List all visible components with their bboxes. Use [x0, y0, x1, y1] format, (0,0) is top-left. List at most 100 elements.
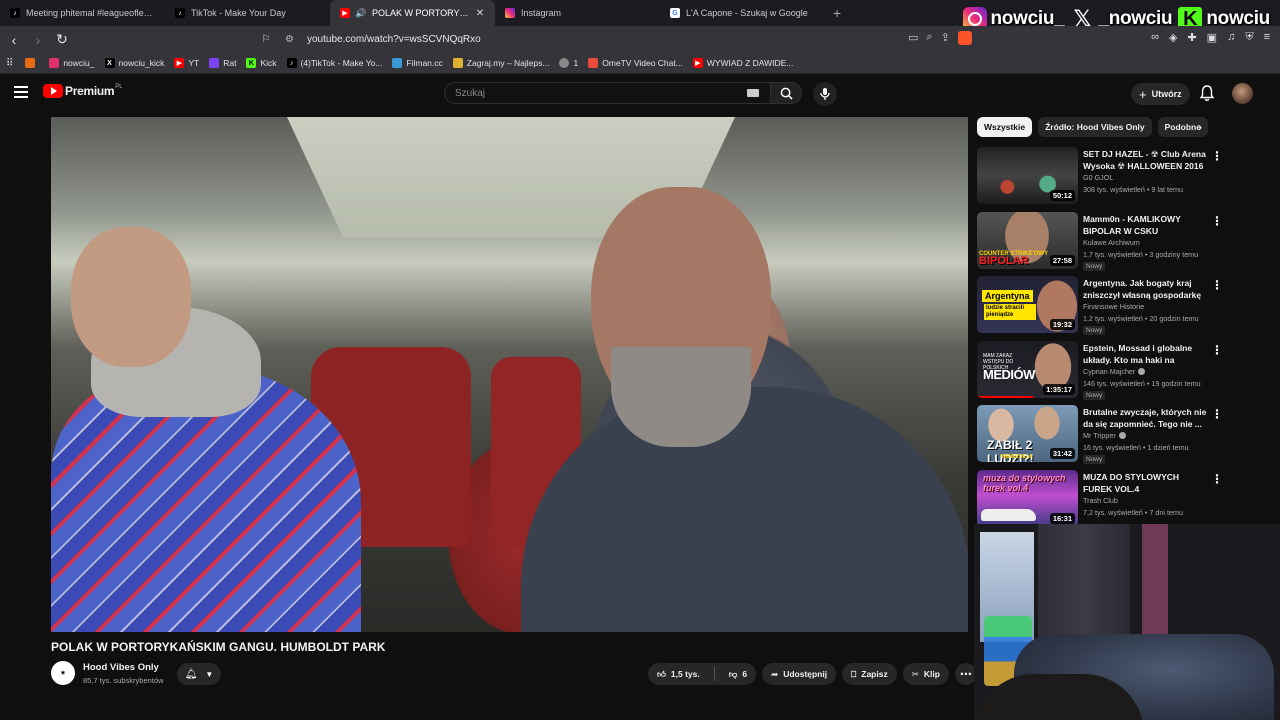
bookmark-item[interactable]: ♪ (4)TikTok - Make Yo... — [286, 58, 382, 68]
youtube-logo[interactable]: Premium PL — [43, 84, 123, 98]
dislike-button[interactable]: 👎︎ 6 — [720, 663, 756, 685]
video-player[interactable] — [51, 117, 968, 632]
video-thumbnail[interactable]: COUNTER STRIKE'OWY BIPOLAR 27:58 — [977, 211, 1078, 269]
bookmark-item[interactable]: 1 — [559, 58, 578, 68]
subscription-bell-button[interactable]: 🔔︎ ▼ — [177, 663, 221, 685]
bookmark-item[interactable]: Filman.cc — [392, 58, 443, 68]
instagram-icon — [505, 8, 515, 18]
speaker-icon[interactable]: 🔊 — [355, 8, 366, 18]
recommendation-item[interactable]: COUNTER STRIKE'OWY BIPOLAR 27:58 Mamm0n … — [977, 211, 1223, 277]
search-button[interactable] — [770, 82, 802, 104]
sidebar-icon[interactable]: ▣ — [1207, 31, 1217, 44]
video-thumbnail[interactable]: Argentyna ludzie stracili pieniądze 19:3… — [977, 276, 1078, 333]
notifications-bell-icon[interactable] — [1198, 84, 1216, 102]
more-options-icon[interactable]: ⋮ — [1211, 343, 1223, 357]
more-options-icon[interactable]: ⋮ — [1211, 278, 1223, 292]
bookmark-outline-icon: ⎕ — [851, 668, 857, 679]
thumbs-up-icon: 👍︎ — [657, 668, 666, 679]
recommendation-title[interactable]: Brutalne zwyczaje, których nie da się za… — [1083, 406, 1207, 430]
extensions-icon[interactable]: ✚ — [1187, 31, 1196, 44]
share-button[interactable]: ➦ Udostępnij — [762, 663, 837, 685]
bookmarks-bar: ⠿ nowciu_ Xnowciu_kick ▶ YT Rat K Kick ♪ (4… — [0, 53, 1280, 74]
recommendation-channel[interactable]: G0 GJOL — [1083, 173, 1113, 182]
shield-icon[interactable]: ⛨ — [1245, 31, 1253, 44]
browser-tab[interactable]: ♪ TikTok - Make Your Day — [165, 0, 330, 26]
bookmark-item[interactable]: ▶ YT — [174, 58, 199, 68]
browser-tab-active[interactable]: ▶ 🔊 POLAK W PORTORYKAŃSKIM ✕ — [330, 0, 495, 26]
chevron-right-icon[interactable]: › — [1198, 120, 1202, 134]
video-thumbnail[interactable]: MAM ZAKAZ WSTĘPU DO POLSKICH MEDIÓW 1:35… — [977, 340, 1078, 398]
bookmark-favicon — [25, 58, 36, 68]
recommendation-channel[interactable]: Kulawe Archiwum — [1083, 238, 1140, 247]
thumbnail-car — [981, 508, 1036, 521]
reload-icon[interactable]: ↻ — [52, 30, 72, 50]
recommendation-title[interactable]: SET DJ HAZEL - ☢ Club Arena Wysoka ☢ HAL… — [1083, 148, 1207, 172]
back-arrow-icon[interactable]: ‹ — [4, 30, 24, 50]
bookmark-item[interactable]: Rat — [209, 58, 236, 68]
recommendation-channel[interactable]: Mr Tripper — [1083, 431, 1126, 440]
keyboard-icon[interactable] — [747, 89, 759, 97]
new-tab-button[interactable]: + — [833, 5, 841, 21]
clip-button[interactable]: ✂ Klip — [902, 663, 949, 685]
create-button[interactable]: + Utwórz — [1131, 83, 1190, 105]
bookmark-item[interactable] — [25, 58, 39, 68]
bookmark-item[interactable]: OmeTV Video Chat... — [588, 58, 683, 68]
recommendation-channel[interactable]: Cyprian Majcher — [1083, 367, 1146, 376]
chip-all[interactable]: Wszystkie — [977, 117, 1033, 137]
recommendation-title[interactable]: MUZA DO STYLOWYCH FUREK VOL.4 — [1083, 471, 1207, 495]
wallet-icon[interactable]: ◈ — [1169, 31, 1177, 44]
channel-name[interactable]: Hood Vibes Only — [83, 662, 159, 673]
like-button[interactable]: 👍︎ 1,5 tys. — [648, 663, 709, 685]
bookmark-item[interactable]: Zagraj.my – Najleps... — [452, 58, 549, 68]
browser-tab[interactable]: ♪ Meeting phitemal #leagueoflegends — [0, 0, 165, 26]
recommendation-channel[interactable]: Finansowe Historie — [1083, 302, 1144, 311]
video-thumbnail[interactable]: ZABIŁ 2 LUDZI?! WENEZUELA 31:42 — [977, 405, 1078, 462]
recommendation-item[interactable]: Argentyna ludzie stracili pieniądze 19:3… — [977, 276, 1223, 341]
browser-tab[interactable]: G L'A Capone - Szukaj w Google — [660, 0, 825, 26]
bookmark-item[interactable]: Xnowciu_kick — [104, 58, 164, 68]
bookmark-icon[interactable]: ⚐ — [255, 34, 277, 45]
forward-arrow-icon[interactable]: › — [28, 30, 48, 50]
cast-icon[interactable]: ▭ — [908, 31, 918, 45]
share-arrow-icon: ➦ — [771, 668, 779, 679]
recommendation-item[interactable]: MAM ZAKAZ WSTĘPU DO POLSKICH MEDIÓW 1:35… — [977, 340, 1223, 406]
menu-icon[interactable]: ≡ — [1264, 31, 1270, 44]
music-icon[interactable]: ♫ — [1227, 31, 1235, 44]
hamburger-menu-icon[interactable] — [14, 86, 28, 98]
bookmark-item[interactable]: nowciu_ — [49, 58, 95, 68]
bookmark-item[interactable]: K Kick — [246, 58, 277, 68]
recommendation-item[interactable]: 50:12 SET DJ HAZEL - ☢ Club Arena Wysoka… — [977, 147, 1223, 212]
more-options-icon[interactable]: ⋮ — [1211, 214, 1223, 228]
bell-icon: 🔔︎ — [184, 668, 198, 680]
channel-avatar[interactable]: ◉ — [51, 661, 75, 685]
site-settings-icon[interactable]: ⚙ — [285, 34, 303, 45]
verified-check-icon — [1118, 432, 1126, 439]
bookmark-label: Kick — [260, 58, 277, 68]
recommendation-channel[interactable]: Trash Club — [1083, 496, 1118, 505]
recommendation-meta: 1,2 tys. wyświetleń • 20 godzin temu — [1083, 314, 1199, 323]
account-avatar[interactable] — [1232, 83, 1253, 104]
address-bar[interactable]: ⚐ ⚙ youtube.com/watch?v=wsSCVNQqRxo — [255, 29, 1000, 50]
vpn-icon[interactable]: ∞ — [1151, 31, 1159, 44]
recommendation-title[interactable]: Mamm0n - KAMLIKOWY BIPOLAR W CSKU — [1083, 213, 1207, 237]
more-options-icon[interactable]: ⋮ — [1211, 472, 1223, 486]
save-button[interactable]: ⎕ Zapisz — [842, 663, 897, 685]
close-tab-icon[interactable]: ✕ — [473, 8, 487, 19]
recommendation-item[interactable]: ZABIŁ 2 LUDZI?! WENEZUELA 31:42 Brutalne… — [977, 405, 1223, 470]
more-options-icon[interactable]: ⋮ — [1211, 407, 1223, 421]
browser-tab[interactable]: Instagram — [495, 0, 660, 26]
recommendation-title[interactable]: Argentyna. Jak bogaty kraj zniszczył wła… — [1083, 277, 1207, 301]
more-options-icon[interactable]: ⋮ — [1211, 149, 1223, 163]
brave-shields-icon[interactable] — [957, 31, 972, 45]
video-thumbnail[interactable]: 50:12 — [977, 147, 1078, 204]
search-input[interactable]: Szukaj — [444, 82, 772, 104]
recommendation-title[interactable]: Epstein, Mossad i globalne układy. Kto m… — [1083, 342, 1207, 366]
chip-source[interactable]: Źródło: Hood Vibes Only — [1038, 117, 1152, 137]
video-actions: 👍︎ 1,5 tys. 👎︎ 6 ➦ Udostępnij ⎕ Zapisz ✂… — [648, 663, 977, 685]
voice-search-button[interactable] — [813, 82, 837, 106]
zoom-icon[interactable]: ⌕ — [926, 31, 932, 45]
share-icon[interactable]: ⇪ — [941, 31, 950, 45]
apps-grid-icon[interactable]: ⠿ — [6, 58, 13, 69]
bookmark-item[interactable]: ▶ WYWIAD Z DAWIDE... — [692, 58, 793, 68]
video-thumbnail[interactable]: muza do stylowych furek vol.4 16:31 — [977, 469, 1078, 527]
